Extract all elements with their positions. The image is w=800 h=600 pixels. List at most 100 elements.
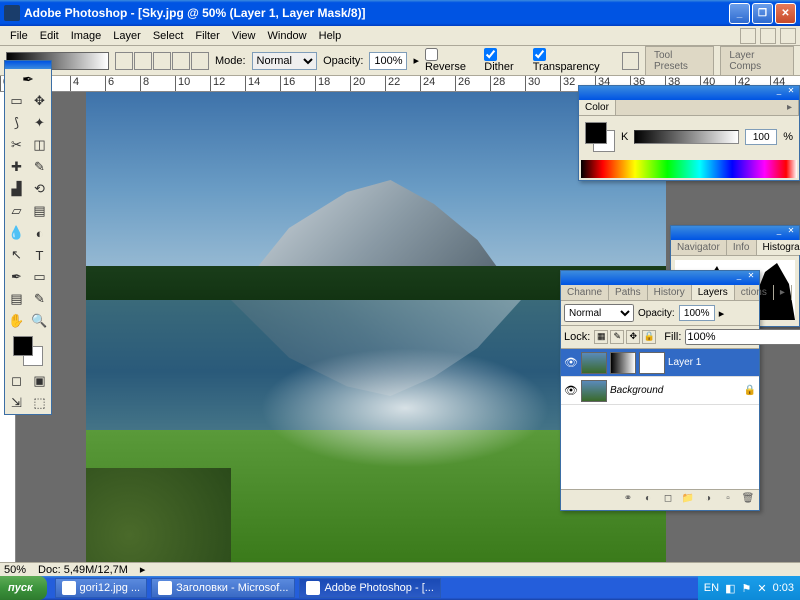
marquee-tool[interactable]: ▭ bbox=[5, 90, 28, 112]
info-tab[interactable]: Info bbox=[727, 240, 757, 255]
wand-tool[interactable]: ✦ bbox=[28, 112, 51, 134]
path-tool[interactable]: ↖ bbox=[5, 244, 28, 266]
zoom-tool[interactable]: 🔍 bbox=[28, 310, 51, 332]
tray-icon[interactable]: ⚑ bbox=[741, 582, 751, 595]
healing-tool[interactable]: ✚ bbox=[5, 156, 28, 178]
color-swatches[interactable] bbox=[13, 336, 43, 366]
menu-layer[interactable]: Layer bbox=[107, 28, 147, 44]
blur-tool[interactable]: 💧 bbox=[5, 222, 28, 244]
imageready-button[interactable]: ⬚ bbox=[28, 392, 51, 414]
doc-size[interactable]: Doc: 5,49M/12,7M bbox=[38, 564, 128, 576]
lock-position-icon[interactable]: ✥ bbox=[626, 330, 640, 344]
new-group-icon[interactable]: 📁 bbox=[680, 493, 696, 507]
eraser-tool[interactable]: ▱ bbox=[5, 200, 28, 222]
eyedropper-tool[interactable]: ✎ bbox=[28, 288, 51, 310]
layer-name[interactable]: Layer 1 bbox=[668, 357, 756, 368]
layer-mask-thumbnail[interactable] bbox=[610, 352, 636, 374]
tray-icon[interactable]: ◧ bbox=[725, 582, 735, 595]
jump-button[interactable]: ⇲ bbox=[5, 392, 28, 414]
paths-tab[interactable]: Paths bbox=[609, 285, 648, 300]
new-adjustment-icon[interactable]: ◑ bbox=[700, 493, 716, 507]
doc-close-button[interactable] bbox=[780, 28, 796, 44]
lock-all-icon[interactable]: 🔒 bbox=[642, 330, 656, 344]
transparency-checkbox-label[interactable]: Transparency bbox=[533, 48, 610, 73]
menu-filter[interactable]: Filter bbox=[189, 28, 225, 44]
layers-tab[interactable]: Layers bbox=[692, 285, 735, 300]
blend-mode-select[interactable]: Normal bbox=[564, 304, 634, 322]
dither-checkbox[interactable] bbox=[484, 48, 497, 61]
actions-tab[interactable]: ctions bbox=[735, 285, 774, 300]
menu-file[interactable]: File bbox=[4, 28, 34, 44]
dither-checkbox-label[interactable]: Dither bbox=[484, 48, 526, 73]
layer-thumbnail[interactable] bbox=[581, 380, 607, 402]
mode-select[interactable]: Normal bbox=[252, 52, 318, 70]
slice-tool[interactable]: ◫ bbox=[28, 134, 51, 156]
language-indicator[interactable]: EN bbox=[704, 582, 719, 594]
panel-minimize-icon[interactable]: _ bbox=[773, 86, 785, 98]
dodge-tool[interactable]: ◐ bbox=[28, 222, 51, 244]
layer-row[interactable]: 👁 Background 🔒 bbox=[561, 377, 759, 405]
panel-menu-icon[interactable]: ▸ bbox=[774, 285, 792, 300]
stamp-tool[interactable]: ▟ bbox=[5, 178, 28, 200]
panel-minimize-icon[interactable]: _ bbox=[773, 226, 785, 238]
palette-well-icon[interactable] bbox=[622, 52, 639, 70]
fill-input[interactable] bbox=[685, 329, 800, 345]
zoom-level[interactable]: 50% bbox=[4, 564, 26, 576]
layers-panel-titlebar[interactable]: _ ✕ bbox=[561, 271, 759, 285]
menu-window[interactable]: Window bbox=[262, 28, 313, 44]
opacity-flyout-icon[interactable]: ▸ bbox=[719, 307, 725, 320]
delete-layer-icon[interactable]: 🗑 bbox=[740, 493, 756, 507]
opacity-input[interactable] bbox=[369, 52, 407, 70]
panel-close-icon[interactable]: ✕ bbox=[785, 86, 797, 98]
toolbox-titlebar[interactable] bbox=[5, 61, 51, 69]
color-fg-swatch[interactable] bbox=[585, 122, 607, 144]
k-value-input[interactable] bbox=[745, 129, 777, 145]
layer-thumbnail[interactable] bbox=[581, 352, 607, 374]
opacity-flyout-icon[interactable]: ▸ bbox=[413, 54, 419, 67]
gradient-linear-button[interactable] bbox=[115, 52, 133, 70]
histogram-panel-titlebar[interactable]: _ ✕ bbox=[671, 226, 799, 240]
color-spectrum[interactable] bbox=[581, 160, 797, 178]
history-tab[interactable]: History bbox=[648, 285, 692, 300]
taskbar-item[interactable]: gori12.jpg ... bbox=[55, 578, 148, 598]
gradient-tool[interactable]: ▤ bbox=[28, 200, 51, 222]
histogram-tab[interactable]: Histogram bbox=[757, 240, 800, 255]
shape-tool[interactable]: ▭ bbox=[28, 266, 51, 288]
color-panel-titlebar[interactable]: _ ✕ bbox=[579, 86, 799, 100]
panel-minimize-icon[interactable]: _ bbox=[733, 271, 745, 283]
menu-view[interactable]: View bbox=[226, 28, 262, 44]
layer-opacity-input[interactable] bbox=[679, 305, 715, 321]
gradient-radial-button[interactable] bbox=[134, 52, 152, 70]
tray-icon[interactable]: ✕ bbox=[757, 582, 766, 595]
layer-mask-thumbnail-2[interactable] bbox=[639, 352, 665, 374]
brush-tool[interactable]: ✎ bbox=[28, 156, 51, 178]
type-tool[interactable]: T bbox=[28, 244, 51, 266]
link-layers-icon[interactable]: ⚭ bbox=[620, 493, 636, 507]
color-tab[interactable]: Color bbox=[579, 100, 616, 115]
doc-minimize-button[interactable] bbox=[740, 28, 756, 44]
panel-menu-icon[interactable]: ▸ bbox=[781, 100, 799, 115]
screenmode-button[interactable]: ▣ bbox=[28, 370, 51, 392]
minimize-button[interactable]: _ bbox=[729, 3, 750, 24]
navigator-tab[interactable]: Navigator bbox=[671, 240, 727, 255]
clock[interactable]: 0:03 bbox=[773, 582, 794, 594]
reverse-checkbox-label[interactable]: Reverse bbox=[425, 48, 478, 73]
layer-row[interactable]: 👁 Layer 1 bbox=[561, 349, 759, 377]
gradient-angle-button[interactable] bbox=[153, 52, 171, 70]
visibility-icon[interactable]: 👁 bbox=[564, 384, 578, 397]
visibility-icon[interactable]: 👁 bbox=[564, 356, 578, 369]
pen-tool[interactable]: ✒ bbox=[5, 266, 28, 288]
crop-tool[interactable]: ✂ bbox=[5, 134, 28, 156]
status-flyout-icon[interactable]: ▸ bbox=[140, 563, 146, 576]
layer-mask-icon[interactable]: ◻ bbox=[660, 493, 676, 507]
reverse-checkbox[interactable] bbox=[425, 48, 438, 61]
doc-restore-button[interactable] bbox=[760, 28, 776, 44]
channels-tab[interactable]: Channe bbox=[561, 285, 609, 300]
menu-image[interactable]: Image bbox=[65, 28, 108, 44]
notes-tool[interactable]: ▤ bbox=[5, 288, 28, 310]
layer-name[interactable]: Background bbox=[610, 385, 741, 396]
panel-close-icon[interactable]: ✕ bbox=[785, 226, 797, 238]
history-brush-tool[interactable]: ⟲ bbox=[28, 178, 51, 200]
hand-tool[interactable]: ✋ bbox=[5, 310, 28, 332]
move-tool[interactable]: ✥ bbox=[28, 90, 51, 112]
